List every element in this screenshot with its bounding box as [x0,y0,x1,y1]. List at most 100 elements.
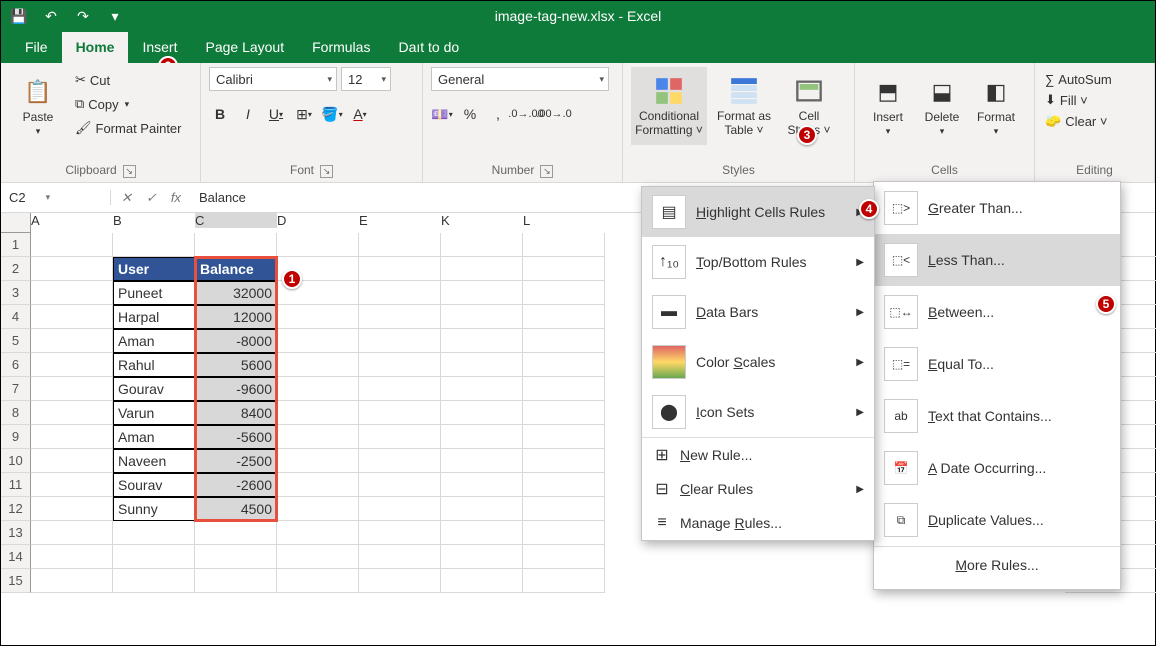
cell-D9[interactable] [277,425,359,449]
cell-B1[interactable] [113,233,195,257]
cell-E15[interactable] [359,569,441,593]
cell-D6[interactable] [277,353,359,377]
cf-more-rules[interactable]: More Rules... [874,547,1120,583]
row-header-3[interactable]: 3 [1,281,31,305]
cell-C15[interactable] [195,569,277,593]
increase-decimal-button[interactable]: .0→.00 [515,103,537,125]
col-header-E[interactable]: E [359,213,441,228]
cf-greater-than[interactable]: ⬚>Greater Than... [874,182,1120,234]
cf-icon-sets[interactable]: ⬤ Icon Sets▶ [642,387,874,437]
paste-dropdown-icon[interactable]: ▾ [36,126,41,137]
cell-A10[interactable] [31,449,113,473]
row-header-1[interactable]: 1 [1,233,31,257]
cell-L9[interactable] [523,425,605,449]
cell-L13[interactable] [523,521,605,545]
cell-A2[interactable] [31,257,113,281]
cell-C1[interactable] [195,233,277,257]
row-header-11[interactable]: 11 [1,473,31,497]
cell-E12[interactable] [359,497,441,521]
cell-D12[interactable] [277,497,359,521]
cf-color-scales[interactable]: Color Scales▶ [642,337,874,387]
cf-top-bottom-rules[interactable]: ↑₁₀ Top/Bottom Rules▶ [642,237,874,287]
italic-button[interactable]: I [237,103,259,125]
cf-date-occurring[interactable]: 📅A Date Occurring... [874,442,1120,494]
font-size-select[interactable]: 12 [341,67,391,91]
row-header-13[interactable]: 13 [1,521,31,545]
row-header-5[interactable]: 5 [1,329,31,353]
cell-E4[interactable] [359,305,441,329]
format-painter-button[interactable]: 🖌Format Painter [71,118,186,138]
cell-D4[interactable] [277,305,359,329]
row-header-9[interactable]: 9 [1,425,31,449]
qat-dropdown-icon[interactable]: ▾ [103,4,127,28]
paste-button[interactable]: 📋 Paste ▾ [9,67,67,145]
cell-E14[interactable] [359,545,441,569]
cell-K2[interactable] [441,257,523,281]
clipboard-launcher[interactable]: ↘ [123,165,136,178]
cell-D10[interactable] [277,449,359,473]
cell-E11[interactable] [359,473,441,497]
cell-K15[interactable] [441,569,523,593]
tab-formulas[interactable]: Formulas [298,32,384,63]
cell-A8[interactable] [31,401,113,425]
tab-home[interactable]: Home [62,32,129,63]
fill-color-button[interactable]: 🪣▾ [321,103,343,125]
cf-duplicate-values[interactable]: ⧉Duplicate Values... [874,494,1120,546]
col-header-C[interactable]: C [195,213,277,228]
cell-B7[interactable]: Gourav [113,377,195,401]
cell-D7[interactable] [277,377,359,401]
cell-C11[interactable]: -2600 [195,473,277,497]
number-launcher[interactable]: ↘ [540,165,553,178]
delete-cells-button[interactable]: ⬓Delete▾ [917,67,967,145]
cell-K8[interactable] [441,401,523,425]
format-as-table-button[interactable]: Format as Table ˅ [711,67,777,145]
underline-button[interactable]: U ▾ [265,103,287,125]
cut-button[interactable]: ✂Cut [71,70,186,90]
insert-cells-button[interactable]: ⬒Insert▾ [863,67,913,145]
cell-D11[interactable] [277,473,359,497]
percent-button[interactable]: % [459,103,481,125]
cell-D14[interactable] [277,545,359,569]
cell-L8[interactable] [523,401,605,425]
cell-K14[interactable] [441,545,523,569]
cell-L2[interactable] [523,257,605,281]
cell-C12[interactable]: 4500 [195,497,277,521]
conditional-formatting-button[interactable]: Conditional Formatting ˅ [631,67,707,145]
font-name-select[interactable]: Calibri [209,67,337,91]
cell-K13[interactable] [441,521,523,545]
cell-K10[interactable] [441,449,523,473]
fill-button[interactable]: ⬇Fill ˅ [1043,90,1114,110]
cell-E13[interactable] [359,521,441,545]
cf-clear-rules[interactable]: ⊟ Clear Rules▶ [642,472,874,506]
cell-K9[interactable] [441,425,523,449]
cell-D8[interactable] [277,401,359,425]
cell-K3[interactable] [441,281,523,305]
cell-D13[interactable] [277,521,359,545]
borders-button[interactable]: ⊞ ▾ [293,103,315,125]
row-header-8[interactable]: 8 [1,401,31,425]
cell-K7[interactable] [441,377,523,401]
row-header-4[interactable]: 4 [1,305,31,329]
cell-B10[interactable]: Naveen [113,449,195,473]
cell-K6[interactable] [441,353,523,377]
cell-A1[interactable] [31,233,113,257]
row-header-2[interactable]: 2 [1,257,31,281]
cell-B11[interactable]: Sourav [113,473,195,497]
cell-L4[interactable] [523,305,605,329]
cf-equal-to[interactable]: ⬚=Equal To... [874,338,1120,390]
row-header-7[interactable]: 7 [1,377,31,401]
cell-A14[interactable] [31,545,113,569]
comma-button[interactable]: , [487,103,509,125]
col-header-B[interactable]: B [113,213,195,228]
cell-E2[interactable] [359,257,441,281]
undo-icon[interactable]: ↶ [39,4,63,28]
cell-L12[interactable] [523,497,605,521]
cell-B9[interactable]: Aman [113,425,195,449]
cell-D15[interactable] [277,569,359,593]
cell-K1[interactable] [441,233,523,257]
cell-L10[interactable] [523,449,605,473]
cf-between[interactable]: ⬚↔Between... [874,286,1120,338]
copy-button[interactable]: ⧉Copy▾ [71,94,186,114]
font-color-button[interactable]: A▾ [349,103,371,125]
cell-A9[interactable] [31,425,113,449]
